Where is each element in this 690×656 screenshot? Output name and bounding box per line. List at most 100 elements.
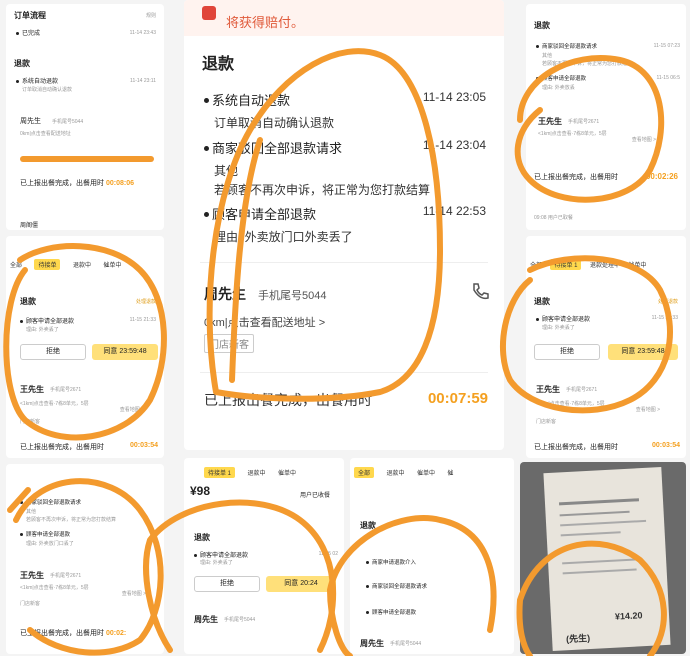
pickup-status: 09:08 用户已取餐 bbox=[534, 215, 573, 221]
map-link[interactable]: 查看地图 > bbox=[122, 590, 146, 597]
warning-text: 将获得赔付。 bbox=[226, 15, 305, 30]
receipt-photo: ¥14.20 (先生) bbox=[520, 462, 686, 654]
order-price: ¥98 bbox=[190, 484, 211, 498]
redaction-stroke bbox=[20, 156, 154, 162]
customer-name: 王先生 bbox=[20, 385, 44, 394]
report-text: 已上报出餐完成，出餐用时 bbox=[534, 174, 618, 181]
refund-item: 顾客申请全部退款 bbox=[536, 74, 586, 82]
tab-more[interactable]: 催 bbox=[447, 468, 453, 477]
refund-item: 顾客申请全部退款 bbox=[366, 608, 416, 616]
address[interactable]: <1km|点击查看·7栋8单元，5层 bbox=[20, 400, 89, 407]
new-customer-tag: 门店新客 bbox=[204, 334, 254, 353]
tab-bar: 待接单 1 退款中 催单中 bbox=[204, 462, 304, 480]
reject-button[interactable]: 拒绝 bbox=[194, 576, 260, 592]
report-text: 已上报出餐完成，出餐用时 bbox=[534, 444, 618, 451]
refund-item-sub: 其他 bbox=[542, 53, 553, 59]
customer-name: 周先生 bbox=[360, 639, 384, 648]
divider bbox=[200, 262, 488, 263]
rules-link[interactable]: 规则 bbox=[146, 12, 156, 19]
map-link[interactable]: 查看地图 > bbox=[632, 136, 656, 143]
panel-bottom-mid: 全部 退款中 催单中 催 退款 商家申请退款介入 商家驳回全部退款请求 顾客申请… bbox=[350, 458, 514, 654]
reject-button[interactable]: 拒绝 bbox=[20, 344, 86, 360]
tab-urge[interactable]: 催单中 bbox=[278, 468, 296, 477]
agree-button[interactable]: 同意 20:24 bbox=[266, 576, 336, 592]
tab-urge[interactable]: 催单中 bbox=[103, 260, 121, 269]
tab-refund[interactable]: 退款中 bbox=[73, 260, 91, 269]
agree-button[interactable]: 同意 23:59:48 bbox=[92, 344, 158, 360]
phone-tail: 手机尾号5044 bbox=[224, 617, 256, 623]
phone-icon[interactable] bbox=[470, 282, 490, 302]
receipt-paper: ¥14.20 (先生) bbox=[543, 467, 671, 651]
tab-urge[interactable]: 催单中 bbox=[417, 468, 435, 477]
tab-all[interactable]: 全部 bbox=[354, 467, 375, 478]
tab-pending[interactable]: 待接单 bbox=[34, 259, 61, 270]
address[interactable]: 0km|点击查看配送地址 bbox=[20, 130, 71, 137]
refund-item: 系统自动退款 11-14 23:05 订单取消自动确认退款 bbox=[204, 90, 492, 131]
phone-tail: 手机尾号2671 bbox=[50, 573, 82, 579]
customer-name: 王先生 bbox=[536, 385, 560, 394]
new-customer-tag: 门店新客 bbox=[20, 419, 41, 425]
refund-item-sub: 若顾客不再次申诉，将正常为您打款结算 bbox=[26, 517, 117, 523]
tab-all[interactable]: 全部 bbox=[530, 260, 542, 269]
map-link[interactable]: 查看地图 > bbox=[636, 406, 660, 413]
refund-item: 顾客申请全部退款 bbox=[20, 530, 70, 538]
refund-item-time: 11-15 21:33 bbox=[651, 315, 678, 321]
handle-refund-link[interactable]: 处理退款 bbox=[658, 298, 678, 305]
tab-refund[interactable]: 退款中 bbox=[386, 468, 404, 477]
tab-urge[interactable]: 催单中 bbox=[628, 260, 646, 269]
phone-tail: 手机尾号5044 bbox=[390, 641, 422, 647]
tab-bar: 全部 退款中 催单中 催 bbox=[354, 462, 461, 480]
report-text: 已上报出餐完成，出餐用时 00:02: bbox=[20, 630, 127, 637]
alert-icon bbox=[202, 6, 216, 20]
order-flow-title: 订单流程 bbox=[14, 11, 46, 20]
report-text: 已上报出餐完成，出餐用时 bbox=[20, 444, 104, 451]
map-link[interactable]: 查看地图 > bbox=[120, 406, 144, 413]
customer-name: 王先生 bbox=[20, 571, 44, 580]
refund-item-sub: 理由: 外卖丢了 bbox=[200, 560, 233, 566]
address[interactable]: <1km|点击查看·7栋8单元，5层 bbox=[538, 130, 607, 137]
tab-bar: 全部 待接单 1 退款处理中 催单中 bbox=[530, 254, 650, 272]
prep-timer: 00:02:26 bbox=[645, 172, 678, 181]
refund-title: 退款 bbox=[14, 59, 30, 68]
handle-refund-link[interactable]: 处理退款 bbox=[136, 298, 156, 305]
new-customer-tag: 门店新客 bbox=[20, 601, 41, 607]
refund-item: 商家驳回全部退款请求 bbox=[536, 42, 597, 50]
refund-item-sub: 若顾客不再次申诉，将正常为您打款结算 bbox=[542, 61, 633, 67]
prep-timer: 00:03:54 bbox=[129, 442, 158, 449]
refund-title: 退款 bbox=[360, 521, 376, 530]
refund-item-sub: 理由: 外卖放丢 bbox=[542, 85, 575, 91]
phone-tail: 手机尾号2671 bbox=[568, 119, 600, 125]
tab-all[interactable]: 全部 bbox=[10, 260, 22, 269]
agree-button[interactable]: 同意 23:59:48 bbox=[608, 344, 678, 360]
tab-refund[interactable]: 退款处理中 bbox=[590, 260, 620, 269]
report-text: 已上报出餐完成，出餐用时 00:08:06 bbox=[20, 180, 134, 187]
tab-refund[interactable]: 退款中 bbox=[247, 468, 265, 477]
panel-top-left: 订单流程 规则 已完成 11-14 23:43 退款 系统自动退款 11-14 … bbox=[6, 4, 164, 230]
refund-item-sub: 理由: 外卖丢了 bbox=[542, 325, 575, 331]
panel-center: 将获得赔付。 退款 系统自动退款 11-14 23:05 订单取消自动确认退款 … bbox=[184, 0, 504, 450]
refund-item-sub: 其他 bbox=[26, 509, 37, 515]
refund-item-time: 11-14 23:11 bbox=[130, 78, 156, 84]
address[interactable]: <1km|点击查看·7栋8单元，5层 bbox=[536, 400, 605, 407]
panel-bottom-left: 商家驳回全部退款请求 其他 若顾客不再次申诉，将正常为您打款结算 顾客申请全部退… bbox=[6, 464, 164, 654]
flow-item-time: 11-14 23:43 bbox=[129, 30, 156, 36]
refund-item-sub: 订单取消自动确认退款 bbox=[22, 87, 73, 93]
refund-item: 顾客申请全部退款 bbox=[536, 314, 590, 323]
refund-title: 退款 bbox=[202, 56, 235, 73]
panel-bottom-center: 待接单 1 退款中 催单中 ¥98 用户已收餐 退款 顾客申请全部退款 11-1… bbox=[184, 458, 344, 654]
phone-tail: 手机尾号5044 bbox=[52, 119, 84, 125]
address[interactable]: <1km|点击查看·7栋8单元，5层 bbox=[20, 584, 89, 591]
refund-item: 商家驳回全部退款请求 bbox=[366, 582, 427, 590]
reject-button[interactable]: 拒绝 bbox=[534, 344, 600, 360]
tab-bar: 全部 待接单 退款中 催单中 bbox=[10, 254, 129, 272]
refund-title: 退款 bbox=[20, 297, 36, 306]
new-customer-tag: 门店新客 bbox=[536, 419, 557, 425]
receipt-amount: ¥14.20 bbox=[614, 610, 643, 622]
refund-item: 商家驳回全部退款请求 11-14 23:04 其他 若顾客不再次申诉，将正常为您… bbox=[204, 138, 492, 198]
address-link[interactable]: 0km|点击查看配送地址 > bbox=[204, 314, 325, 330]
tab-pending[interactable]: 待接单 1 bbox=[204, 467, 236, 478]
tab-pending[interactable]: 待接单 1 bbox=[550, 259, 582, 270]
refund-item: 商家驳回全部退款请求 bbox=[20, 498, 81, 506]
report-text: 已上报出餐完成，出餐用时 bbox=[204, 392, 372, 408]
refund-title: 退款 bbox=[534, 297, 550, 306]
